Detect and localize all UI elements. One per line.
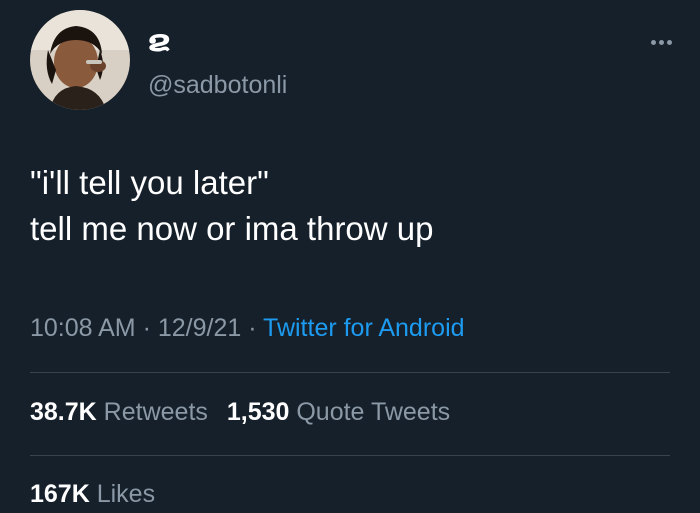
more-dot xyxy=(650,39,656,45)
retweets-stat[interactable]: 38.7K Retweets xyxy=(30,398,208,426)
tweet-line-1: "i'll tell you later" xyxy=(30,164,269,201)
engagement-stats: 38.7K Retweets 1,530 Quote Tweets xyxy=(30,395,462,429)
meta-separator: · xyxy=(241,314,264,342)
user-avatar-photo-icon xyxy=(30,10,130,110)
tweet-time[interactable]: 10:08 AM xyxy=(30,314,136,342)
meta-separator: · xyxy=(135,314,158,342)
tweet-text: "i'll tell you later" tell me now or ima… xyxy=(30,160,434,252)
likes-stat[interactable]: 167K Likes xyxy=(30,480,155,508)
retweets-count: 38.7K xyxy=(30,398,97,426)
more-dot xyxy=(666,39,672,45)
more-dot xyxy=(658,39,664,45)
tweet-meta: 10:08 AM · 12/9/21 · Twitter for Android xyxy=(30,311,465,345)
user-handle[interactable]: @sadbotonli xyxy=(148,68,287,102)
author-names: ຂ @sadbotonli xyxy=(148,24,287,102)
tweet-date[interactable]: 12/9/21 xyxy=(158,314,241,342)
likes-row: 167K Likes xyxy=(30,477,167,511)
tweet-line-2: tell me now or ima throw up xyxy=(30,210,434,247)
likes-label: Likes xyxy=(96,480,156,508)
tweet-card: ຂ @sadbotonli "i'll tell you later" tell… xyxy=(0,0,700,513)
divider xyxy=(30,372,670,373)
likes-count: 167K xyxy=(30,480,90,508)
quote-tweets-stat[interactable]: 1,530 Quote Tweets xyxy=(227,398,450,426)
tweet-source-link[interactable]: Twitter for Android xyxy=(263,314,464,342)
retweets-label: Retweets xyxy=(103,398,208,426)
quote-tweets-count: 1,530 xyxy=(226,398,290,426)
avatar[interactable] xyxy=(30,10,130,110)
more-options-icon[interactable] xyxy=(642,32,680,52)
divider xyxy=(30,455,670,456)
tweet-header: ຂ @sadbotonli xyxy=(30,10,680,110)
quote-tweets-label: Quote Tweets xyxy=(296,398,451,426)
display-name[interactable]: ຂ xyxy=(148,24,287,60)
